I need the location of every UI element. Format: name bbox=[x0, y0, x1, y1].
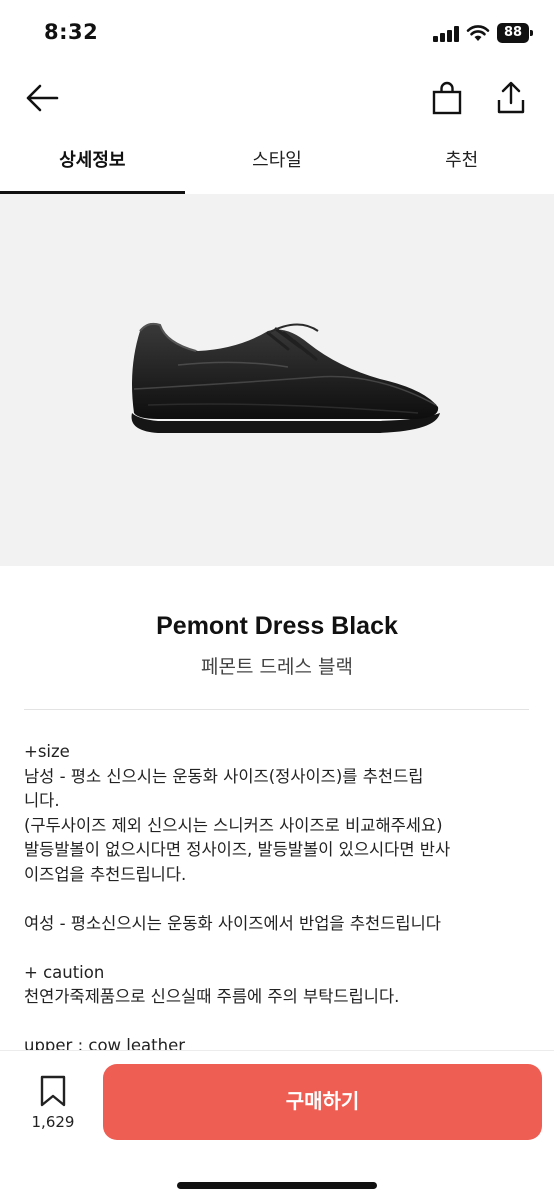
bottom-action-bar: 1,629 구매하기 bbox=[0, 1050, 554, 1200]
back-button[interactable] bbox=[20, 76, 64, 120]
buy-button[interactable]: 구매하기 bbox=[103, 1064, 542, 1140]
size-heading: +size bbox=[24, 742, 70, 761]
shoe-image bbox=[131, 322, 440, 433]
product-name: Pemont Dress Black bbox=[156, 612, 398, 640]
tab-details[interactable]: 상세정보 bbox=[0, 130, 185, 194]
battery-level: 88 bbox=[497, 23, 529, 43]
home-indicator bbox=[177, 1182, 377, 1189]
divider bbox=[24, 709, 529, 710]
product-image[interactable] bbox=[0, 194, 554, 566]
caution-text: 천연가죽제품으로 신으실때 주름에 주의 부탁드립니다. bbox=[24, 987, 400, 1006]
shopping-bag-button[interactable] bbox=[425, 76, 469, 120]
share-button[interactable] bbox=[489, 76, 533, 120]
bookmark-icon bbox=[40, 1075, 66, 1107]
share-icon bbox=[497, 81, 525, 114]
product-name-korean: 페몬트 드레스 블랙 bbox=[201, 656, 353, 678]
tab-style[interactable]: 스타일 bbox=[185, 130, 370, 194]
app-bar bbox=[0, 66, 554, 130]
wishlist-button[interactable]: 1,629 bbox=[24, 1075, 82, 1131]
shopping-bag-icon bbox=[432, 81, 462, 115]
wifi-icon bbox=[466, 24, 490, 42]
signal-icon bbox=[433, 26, 459, 42]
product-description: +size 남성 - 평소 신으시는 운동화 사이즈(정사이즈)를 추천드립 니… bbox=[24, 740, 530, 1052]
battery-icon: 88 bbox=[497, 23, 533, 43]
wishlist-count: 1,629 bbox=[31, 1113, 75, 1131]
size-women-text: 여성 - 평소신으시는 운동화 사이즈에서 반업을 추천드립니다 bbox=[24, 913, 441, 933]
size-men-text: 남성 - 평소 신으시는 운동화 사이즈(정사이즈)를 추천드립 니다. (구두… bbox=[24, 766, 451, 884]
caution-heading: + caution bbox=[24, 962, 105, 982]
status-time: 8:32 bbox=[44, 20, 99, 44]
tab-recommend[interactable]: 추천 bbox=[369, 130, 554, 194]
status-bar: 8:32 88 bbox=[0, 0, 554, 66]
tab-bar: 상세정보 스타일 추천 bbox=[0, 130, 554, 194]
back-arrow-icon bbox=[26, 84, 59, 112]
